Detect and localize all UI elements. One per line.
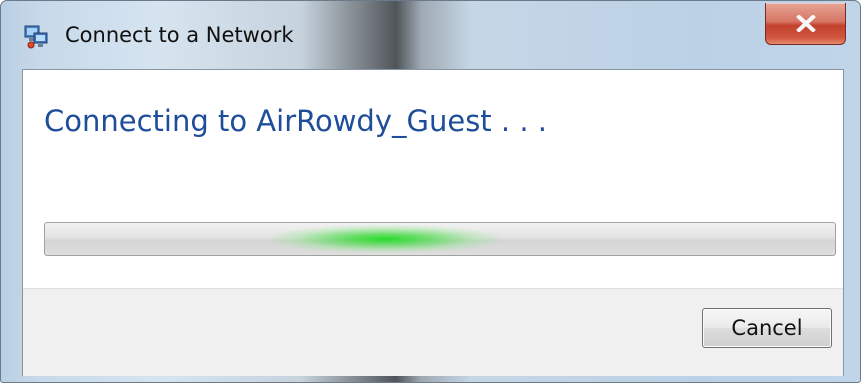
connecting-heading: Connecting to AirRowdy_Guest . . . [44, 104, 547, 138]
dialog-footer: Cancel [23, 288, 843, 376]
close-button[interactable] [765, 3, 846, 45]
cancel-button[interactable]: Cancel [702, 308, 832, 348]
dialog-content: Connecting to AirRowdy_Guest . . . Cance… [22, 69, 844, 376]
progress-indicator [270, 225, 500, 253]
title-bar[interactable]: Connect to a Network [1, 1, 860, 69]
network-connect-icon [23, 23, 51, 51]
close-icon [796, 15, 816, 32]
connect-dialog-window: Connect to a Network Connecting to AirRo… [0, 0, 861, 383]
connection-progress-bar [44, 222, 836, 256]
window-title: Connect to a Network [65, 23, 294, 47]
